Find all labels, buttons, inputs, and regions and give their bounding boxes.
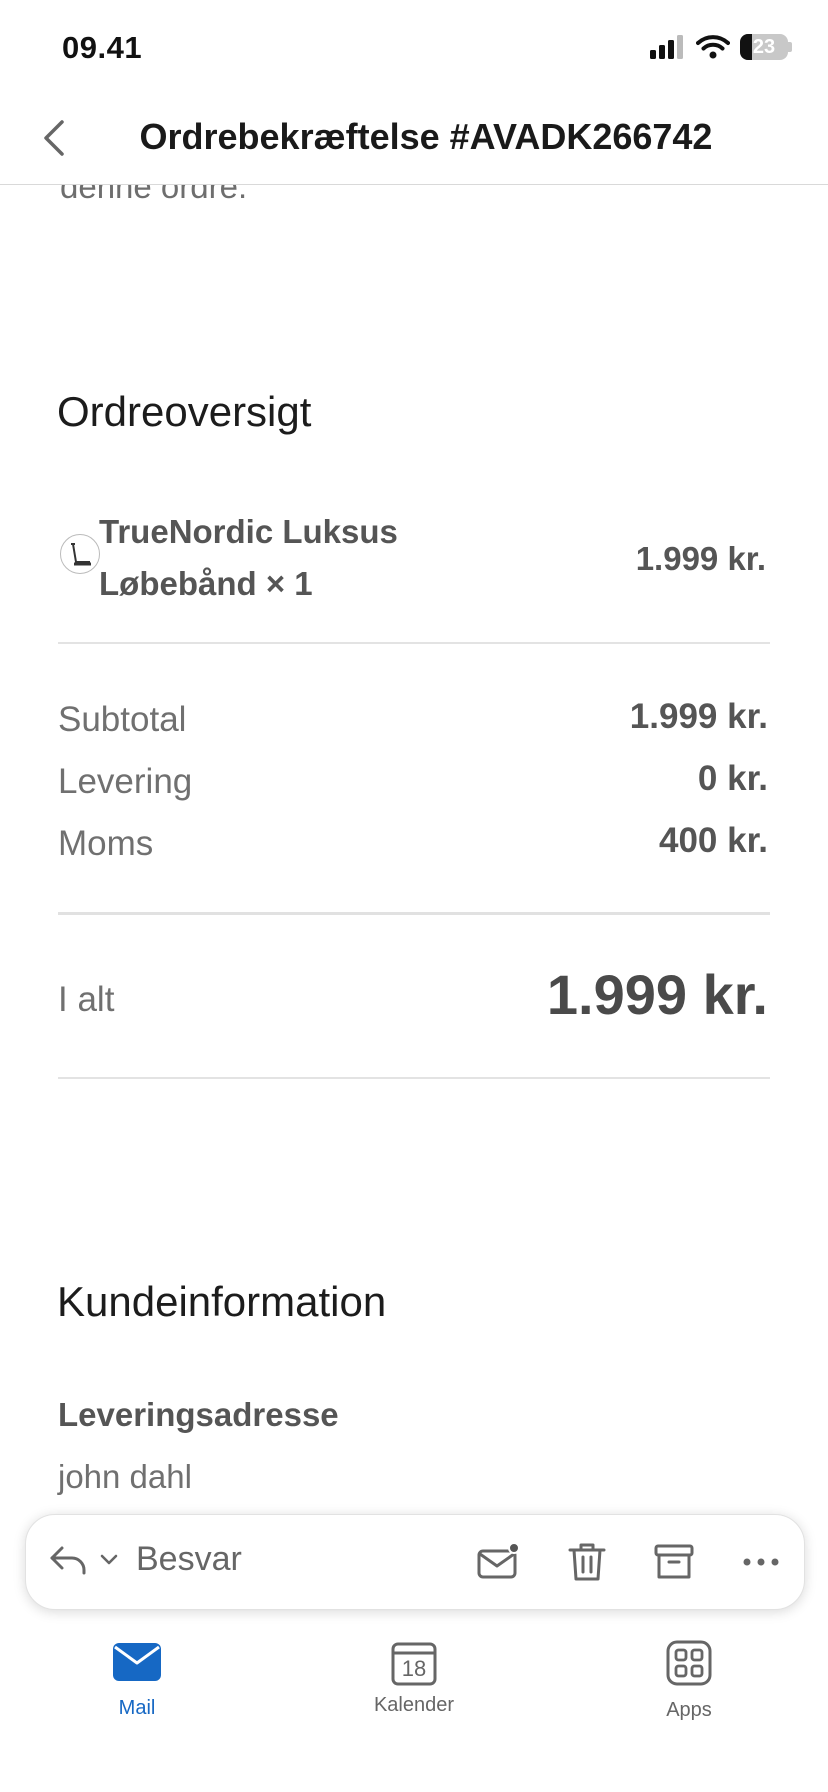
customer-info-heading: Kundeinformation [57, 1278, 387, 1325]
apps-grid-icon [666, 1640, 712, 1686]
delivery-address-label: Leveringsadresse [58, 1396, 339, 1433]
total-value: 1.999 kr. [546, 963, 768, 1026]
vat-label: Moms [58, 824, 154, 863]
tab-mail[interactable]: Mail [57, 1640, 217, 1720]
bottom-tab-bar: Mail 18 Kalender Apps [0, 1608, 828, 1792]
mail-icon [113, 1643, 161, 1681]
email-subject-title: Ordrebekræftelse #AVADK266742 [139, 116, 713, 157]
order-item-price: 1.999 kr. [635, 540, 766, 577]
message-action-bar: Besvar [25, 1514, 805, 1610]
mark-unread-icon[interactable] [476, 1539, 522, 1585]
divider [58, 912, 770, 915]
subtotal-label: Subtotal [58, 700, 187, 739]
total-label: I alt [58, 980, 115, 1019]
reply-arrow-icon [50, 1546, 86, 1575]
tab-mail-label: Mail [118, 1697, 156, 1719]
subtotal-value: 1.999 kr. [629, 697, 768, 736]
shipping-value: 0 kr. [697, 759, 768, 798]
reply-button[interactable]: Besvar [48, 1539, 242, 1579]
tab-apps-label: Apps [666, 1699, 712, 1721]
tab-calendar[interactable]: 18 Kalender [334, 1640, 494, 1717]
calendar-icon: 18 [391, 1640, 437, 1686]
order-item-name: TrueNordic Luksus Løbebånd × 1 [99, 513, 398, 602]
calendar-day-number: 18 [401, 1656, 427, 1681]
vat-value: 400 kr. [659, 821, 768, 860]
shipping-label: Levering [58, 762, 193, 801]
trash-icon[interactable] [564, 1539, 610, 1585]
treadmill-product-thumbnail [60, 534, 100, 574]
chevron-down-icon[interactable] [98, 1548, 120, 1570]
divider [58, 642, 770, 644]
tab-apps[interactable]: Apps [609, 1640, 769, 1722]
delivery-customer-name: john dahl [58, 1458, 192, 1495]
divider [58, 1077, 770, 1079]
order-overview-heading: Ordreoversigt [57, 388, 312, 435]
archive-icon[interactable] [651, 1539, 697, 1585]
navigation-bar: Ordrebekræftelse #AVADK266742 [0, 90, 828, 185]
reply-label: Besvar [136, 1539, 242, 1578]
tab-calendar-label: Kalender [373, 1694, 455, 1716]
more-options-icon[interactable] [738, 1539, 784, 1585]
